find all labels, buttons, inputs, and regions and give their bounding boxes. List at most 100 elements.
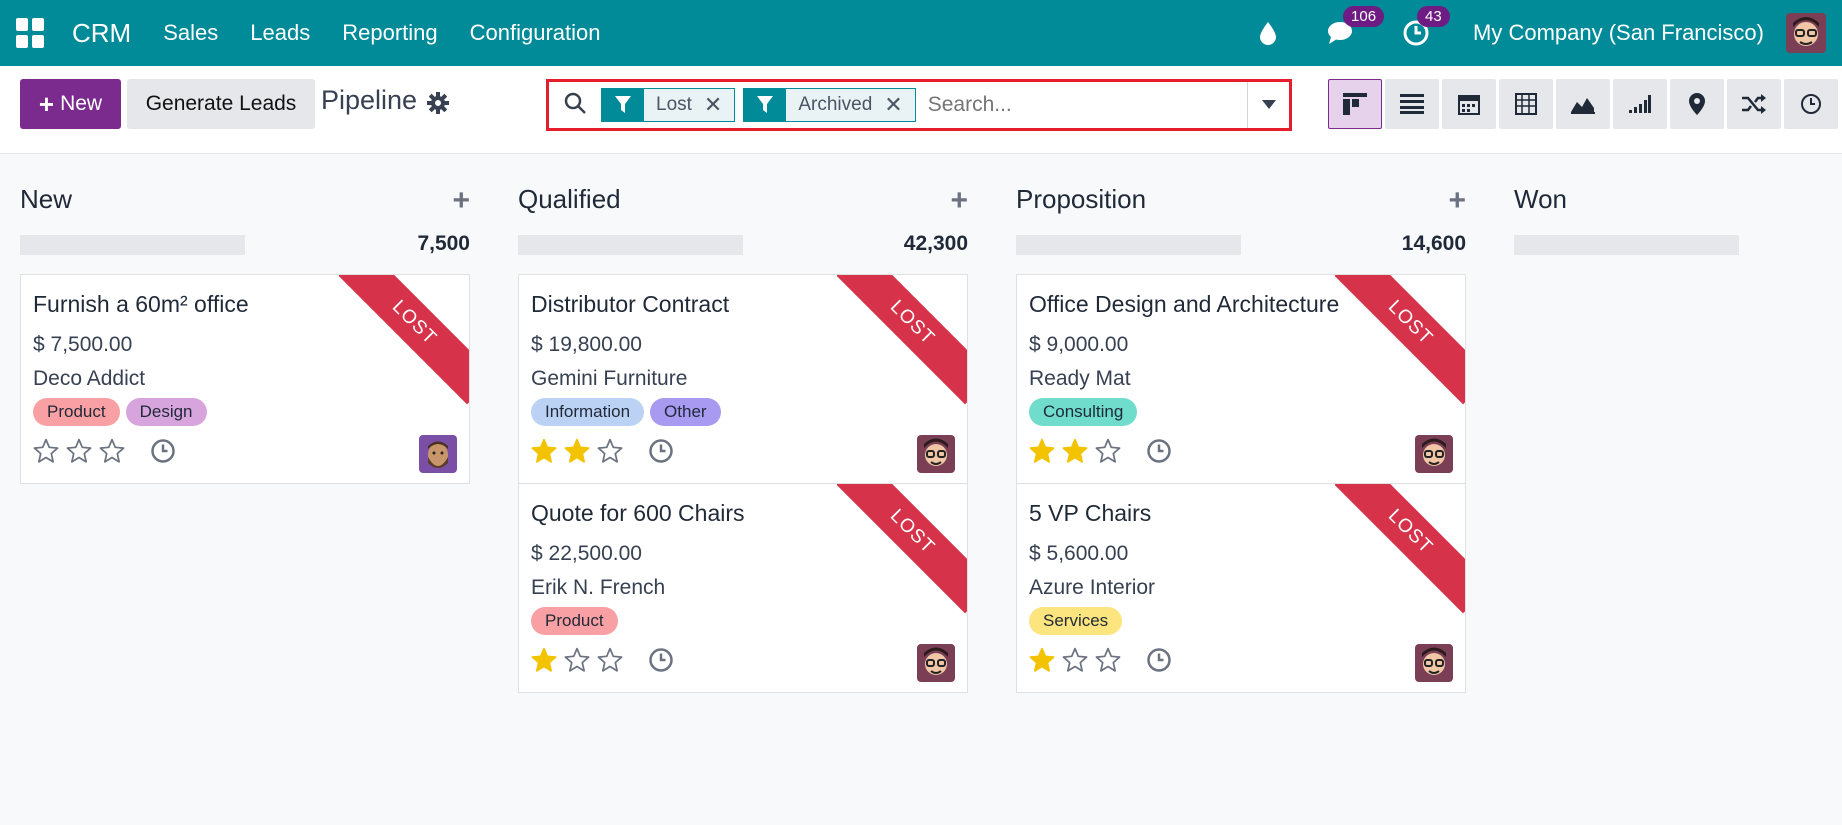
star-icon[interactable]: [66, 438, 99, 469]
card-name: Furnish a 60m² office: [33, 291, 249, 317]
search-bar: Lost ✕ Archived ✕: [546, 79, 1292, 131]
star-icon[interactable]: [531, 438, 564, 469]
map-icon[interactable]: [1670, 79, 1724, 129]
cohort-icon[interactable]: [1613, 79, 1667, 129]
close-icon[interactable]: ✕: [703, 89, 735, 121]
tag-badge: Design: [125, 398, 207, 426]
star-icon[interactable]: [1062, 647, 1095, 678]
gear-icon[interactable]: [427, 92, 449, 119]
avatar[interactable]: [419, 435, 457, 473]
activities-badge: 43: [1417, 6, 1450, 27]
star-icon[interactable]: [597, 647, 630, 678]
kanban-column-new: New +7,500 LOST Furnish a 60m² office $ 7,50…: [20, 154, 470, 754]
card-partner: Deco Addict: [33, 367, 146, 390]
add-card-button[interactable]: +: [950, 184, 968, 218]
menu-leads[interactable]: Leads: [250, 20, 310, 46]
facet-label: Lost: [644, 89, 704, 121]
kanban-column-proposition: Proposition +14,600 LOST Office Design and …: [1016, 154, 1466, 754]
card-partner: Gemini Furniture: [531, 367, 688, 390]
menu-reporting[interactable]: Reporting: [342, 20, 437, 46]
card-amount: $ 19,800.00: [531, 333, 642, 356]
star-icon[interactable]: [531, 647, 564, 678]
messages-icon[interactable]: 106: [1325, 6, 1385, 50]
pivot-icon[interactable]: [1499, 79, 1553, 129]
column-progress-bar[interactable]: [20, 235, 245, 255]
add-card-button[interactable]: +: [452, 184, 470, 218]
card-partner: Azure Interior: [1029, 576, 1156, 599]
lost-ribbon: LOST: [1335, 484, 1465, 614]
search-icon[interactable]: [563, 91, 587, 120]
new-button[interactable]: + New: [20, 79, 121, 129]
avatar[interactable]: [917, 435, 955, 473]
menu-sales[interactable]: Sales: [163, 20, 218, 46]
card-tags: Consulting: [1029, 398, 1143, 426]
clock-icon[interactable]: [648, 438, 674, 469]
filter-icon: [744, 89, 787, 121]
clock-icon[interactable]: [1146, 647, 1172, 678]
graph-icon[interactable]: [1556, 79, 1610, 129]
clock-icon[interactable]: [150, 438, 176, 469]
facet-lost: Lost ✕: [601, 88, 736, 122]
star-icon[interactable]: [1095, 438, 1128, 469]
star-icon[interactable]: [1062, 438, 1095, 469]
search-input[interactable]: [927, 93, 1228, 117]
tag-badge: Other: [650, 398, 721, 426]
kanban-card[interactable]: LOST 5 VP Chairs $ 5,600.00 Azure Interior S…: [1016, 483, 1466, 693]
star-icon[interactable]: [1095, 647, 1128, 678]
star-icon[interactable]: [564, 438, 597, 469]
calendar-icon[interactable]: [1442, 79, 1496, 129]
column-progress-bar[interactable]: [1514, 235, 1739, 255]
menu-configuration[interactable]: Configuration: [470, 20, 601, 46]
star-icon[interactable]: [564, 647, 597, 678]
clock-icon[interactable]: [1146, 438, 1172, 469]
kanban-card[interactable]: LOST Furnish a 60m² office $ 7,500.00 Deco …: [20, 274, 470, 484]
clock-icon[interactable]: [648, 647, 674, 678]
star-icon[interactable]: [99, 438, 132, 469]
activities-icon[interactable]: 43: [1399, 6, 1450, 50]
column-progress-bar[interactable]: [518, 235, 743, 255]
card-partner: Ready Mat: [1029, 367, 1131, 390]
shuffle-icon[interactable]: [1727, 79, 1781, 129]
user-avatar[interactable]: [1786, 13, 1826, 53]
star-icon[interactable]: [1029, 647, 1062, 678]
chevron-down-icon[interactable]: [1247, 82, 1289, 128]
column-title: Qualified: [518, 184, 621, 214]
avatar[interactable]: [917, 644, 955, 682]
list-icon[interactable]: [1385, 79, 1439, 129]
priority-stars: [531, 647, 674, 678]
kanban-column-qualified: Qualified +42,300 LOST Distributor Contract…: [518, 154, 968, 754]
ribbon-label: LOST: [837, 484, 967, 614]
card-tags: Information Other: [531, 398, 727, 426]
ribbon-label: LOST: [837, 275, 967, 405]
avatar[interactable]: [1415, 644, 1453, 682]
kanban-card[interactable]: LOST Distributor Contract $ 19,800.00 Gemin…: [518, 274, 968, 484]
kanban-icon[interactable]: [1328, 79, 1382, 129]
avatar[interactable]: [1415, 435, 1453, 473]
drop-icon[interactable]: [1251, 16, 1285, 50]
tag-badge: Information: [531, 398, 645, 426]
add-card-button[interactable]: +: [1448, 184, 1466, 218]
close-icon[interactable]: ✕: [884, 89, 915, 121]
app-brand[interactable]: CRM: [72, 18, 131, 49]
kanban-card[interactable]: LOST Office Design and Architecture $ 9,00…: [1016, 274, 1466, 484]
column-title: Proposition: [1016, 184, 1147, 214]
app-menu-icon[interactable]: [16, 18, 46, 48]
control-panel: + New Generate Leads Pipeline Lost ✕ Arch…: [0, 66, 1842, 154]
activity-icon[interactable]: [1784, 79, 1838, 129]
star-icon[interactable]: [597, 438, 630, 469]
card-amount: $ 5,600.00: [1029, 542, 1129, 565]
card-name: Office Design and Architecture: [1029, 291, 1340, 317]
tag-badge: Services: [1029, 607, 1123, 635]
star-icon[interactable]: [1029, 438, 1062, 469]
tag-badge: Product: [531, 607, 618, 635]
ribbon-label: LOST: [339, 275, 469, 405]
company-switcher[interactable]: My Company (San Francisco): [1473, 20, 1764, 46]
generate-leads-button[interactable]: Generate Leads: [127, 79, 315, 129]
card-name: Quote for 600 Chairs: [531, 500, 745, 526]
new-button-label: New: [60, 92, 103, 115]
star-icon[interactable]: [33, 438, 66, 469]
column-progress-bar[interactable]: [1016, 235, 1241, 255]
card-tags: Product: [531, 607, 624, 635]
kanban-card[interactable]: LOST Quote for 600 Chairs $ 22,500.00 Erik …: [518, 483, 968, 693]
kanban-column-won: Won: [1514, 154, 1842, 754]
